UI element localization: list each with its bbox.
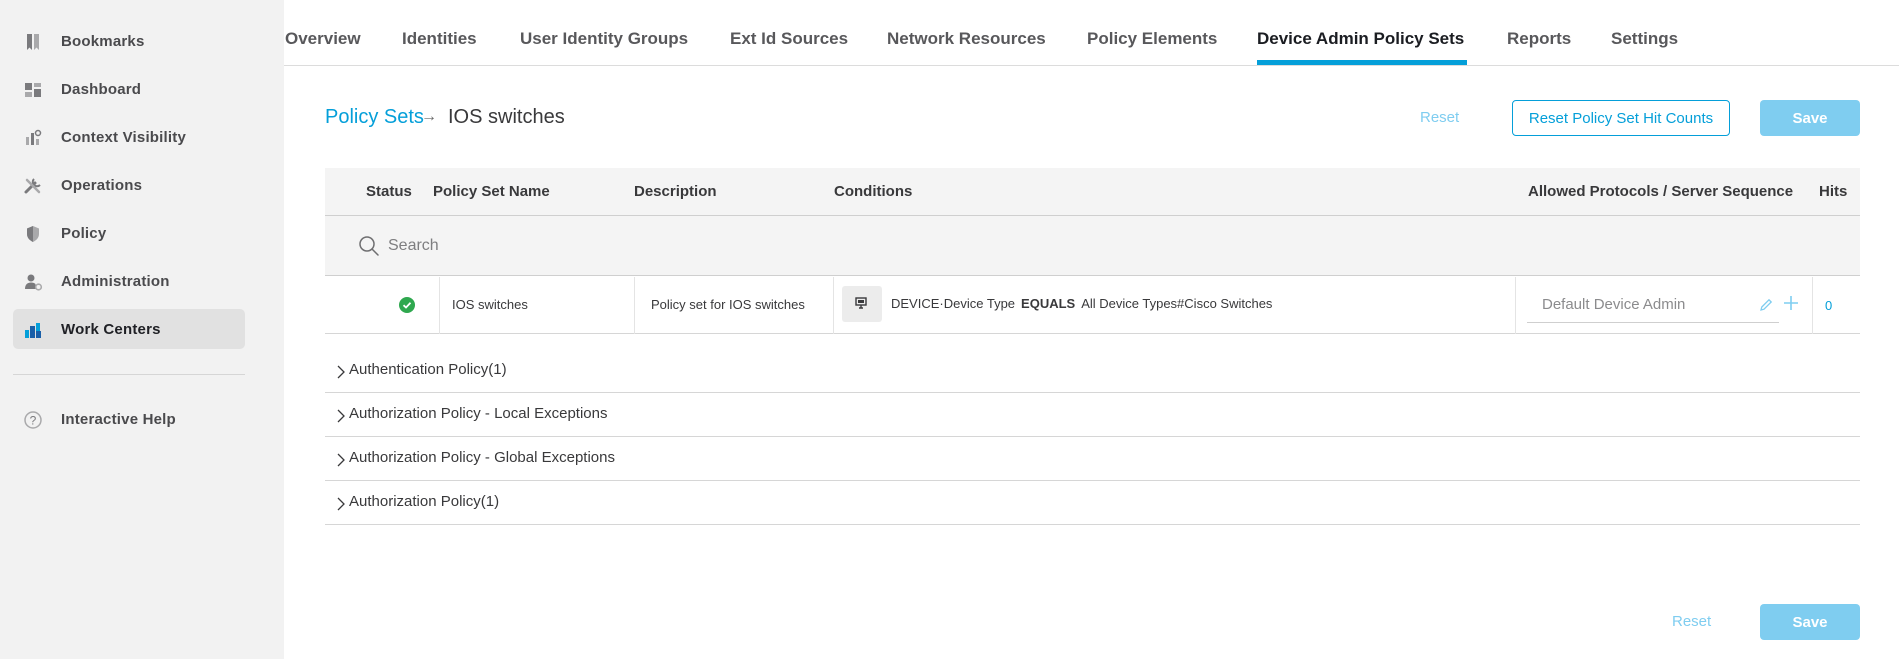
device-icon	[855, 297, 867, 309]
sidebar-item-label: Work Centers	[61, 320, 161, 338]
search-input[interactable]	[388, 232, 788, 260]
search-row	[325, 216, 1860, 276]
help-icon: ?	[24, 411, 42, 429]
tab-settings[interactable]: Settings	[1611, 29, 1678, 49]
condition-expression[interactable]: DEVICE·Device Type EQUALS All Device Types…	[891, 296, 1272, 311]
work-centers-icon	[25, 323, 41, 338]
section-authorization-policy[interactable]: Authorization Policy(1)	[325, 481, 1860, 525]
policy-shield-icon	[27, 226, 39, 242]
sidebar-item-policy[interactable]: Policy	[13, 213, 245, 253]
cell-divider	[833, 277, 834, 334]
cell-divider	[439, 277, 440, 334]
table-header: Status Policy Set Name Description Condi…	[325, 168, 1860, 216]
save-button[interactable]: Save	[1760, 100, 1860, 136]
policy-set-name[interactable]: IOS switches	[452, 297, 528, 312]
breadcrumb-arrow: →	[421, 108, 437, 125]
sidebar-divider	[13, 374, 245, 375]
allowed-protocols-select[interactable]: Default Device Admin	[1527, 285, 1779, 323]
sidebar-item-label: Operations	[61, 176, 143, 194]
column-header-hits[interactable]: Hits	[1819, 183, 1847, 200]
chevron-right-icon	[337, 497, 345, 511]
chevron-right-icon	[337, 365, 345, 379]
edit-pencil-icon[interactable]	[1759, 298, 1773, 312]
save-label: Save	[1792, 109, 1828, 127]
add-plus-icon[interactable]	[1782, 294, 1800, 312]
bookmark-icon	[27, 34, 39, 50]
sidebar-item-dashboard[interactable]: Dashboard	[13, 69, 245, 109]
tab-overview[interactable]: Overview	[285, 29, 361, 49]
condition-type-badge[interactable]	[842, 286, 882, 322]
cell-divider	[1812, 277, 1813, 334]
footer-reset-button[interactable]: Reset	[1672, 613, 1711, 630]
allowed-protocols-value: Default Device Admin	[1542, 296, 1686, 313]
condition-attribute: DEVICE·Device Type	[891, 296, 1016, 311]
tab-reports[interactable]: Reports	[1507, 29, 1571, 49]
sidebar-item-operations[interactable]: Operations	[13, 165, 245, 205]
table-row[interactable]: IOS switches Policy set for IOS switches…	[325, 277, 1860, 334]
operations-icon	[24, 178, 41, 194]
sidebar-item-label: Interactive Help	[61, 410, 176, 428]
sidebar-item-interactive-help[interactable]: ? Interactive Help	[13, 399, 245, 439]
context-visibility-icon	[26, 129, 42, 145]
sidebar-item-label: Context Visibility	[61, 128, 187, 146]
active-tab-indicator	[1257, 60, 1467, 65]
condition-operator: EQUALS	[1021, 296, 1076, 311]
search-icon	[359, 236, 379, 256]
sidebar-item-context-visibility[interactable]: Context Visibility	[13, 117, 245, 157]
section-label: Authorization Policy - Local Exceptions	[349, 405, 608, 422]
section-authorization-local-exceptions[interactable]: Authorization Policy - Local Exceptions	[325, 393, 1860, 437]
condition-value: All Device Types#Cisco Switches	[1081, 296, 1273, 311]
page-title: IOS switches	[448, 106, 565, 128]
tab-identities[interactable]: Identities	[402, 29, 477, 49]
column-header-conditions[interactable]: Conditions	[834, 183, 912, 200]
column-header-status[interactable]: Status	[366, 183, 412, 200]
tab-user-identity-groups[interactable]: User Identity Groups	[520, 29, 688, 49]
save-label: Save	[1792, 613, 1828, 631]
tab-network-resources[interactable]: Network Resources	[887, 29, 1046, 49]
sidebar-item-label: Dashboard	[61, 80, 142, 98]
sidebar-item-bookmarks[interactable]: Bookmarks	[13, 21, 245, 61]
footer-save-button[interactable]: Save	[1760, 604, 1860, 640]
dashboard-icon	[25, 83, 41, 97]
sidebar: Bookmarks Dashboard Context Visibility O…	[0, 0, 284, 659]
hit-count[interactable]: 0	[1825, 298, 1832, 313]
tab-policy-elements[interactable]: Policy Elements	[1087, 29, 1217, 49]
reset-hit-counts-label: Reset Policy Set Hit Counts	[1528, 109, 1714, 127]
sidebar-item-administration[interactable]: Administration	[13, 261, 245, 301]
breadcrumb-policy-sets-link[interactable]: Policy Sets	[325, 106, 424, 129]
sidebar-item-label: Bookmarks	[61, 32, 145, 50]
reset-hit-counts-button[interactable]: Reset Policy Set Hit Counts	[1512, 100, 1730, 136]
chevron-right-icon	[337, 453, 345, 467]
cell-divider	[1515, 277, 1516, 334]
cell-divider	[634, 277, 635, 334]
section-label: Authorization Policy - Global Exceptions	[349, 449, 615, 466]
status-enabled-icon[interactable]	[399, 297, 415, 313]
sidebar-item-label: Administration	[61, 272, 170, 290]
tab-device-admin-policy-sets[interactable]: Device Admin Policy Sets	[1257, 29, 1464, 49]
administration-icon	[25, 274, 43, 291]
section-label: Authorization Policy(1)	[349, 493, 500, 510]
policy-set-description[interactable]: Policy set for IOS switches	[651, 297, 805, 312]
sidebar-item-work-centers[interactable]: Work Centers	[13, 309, 245, 349]
tab-ext-id-sources[interactable]: Ext Id Sources	[730, 29, 848, 49]
section-authentication-policy[interactable]: Authentication Policy(1)	[325, 349, 1860, 393]
section-authorization-global-exceptions[interactable]: Authorization Policy - Global Exceptions	[325, 437, 1860, 481]
section-label: Authentication Policy(1)	[349, 361, 507, 378]
sidebar-item-label: Policy	[61, 224, 107, 242]
top-navigation: Overview Identities User Identity Groups…	[284, 0, 1899, 66]
svg-text:?: ?	[30, 414, 37, 428]
reset-button[interactable]: Reset	[1420, 109, 1459, 126]
chevron-right-icon	[337, 409, 345, 423]
column-header-description[interactable]: Description	[634, 183, 717, 200]
column-header-allowed-protocols[interactable]: Allowed Protocols / Server Sequence	[1528, 183, 1793, 200]
column-header-policy-set-name[interactable]: Policy Set Name	[433, 183, 550, 200]
